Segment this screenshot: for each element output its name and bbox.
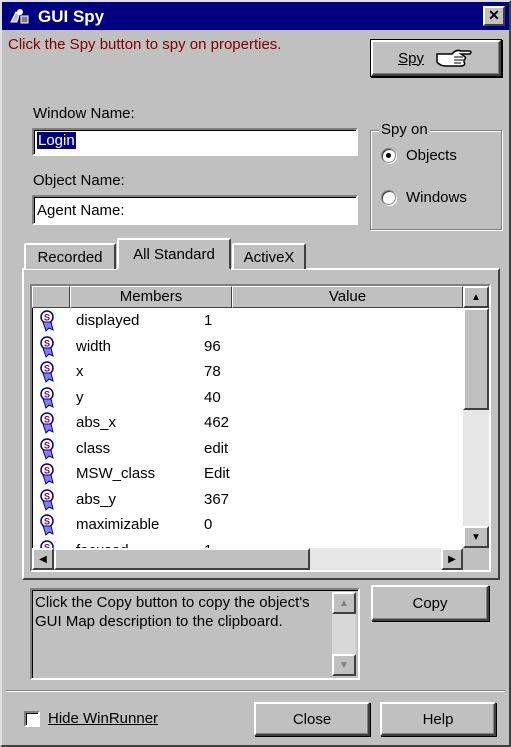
- member-value: edit: [204, 439, 229, 457]
- table-row[interactable]: Sclass edit: [32, 436, 462, 461]
- radio-windows-button[interactable]: [381, 190, 396, 205]
- standard-property-icon: S: [40, 361, 54, 383]
- svg-text:S: S: [44, 491, 50, 501]
- member-value: 78: [204, 363, 221, 380]
- radio-objects[interactable]: Objects: [381, 147, 457, 164]
- standard-property-icon: S: [40, 437, 54, 460]
- table-row[interactable]: Sabs_y 367: [32, 487, 462, 512]
- title-bar[interactable]: GUI Spy ✕: [2, 2, 509, 30]
- horizontal-scroll-thumb[interactable]: [54, 548, 310, 570]
- member-value: 462: [204, 414, 230, 431]
- vertical-scrollbar[interactable]: ▲ ▼: [463, 286, 489, 548]
- object-name-field[interactable]: Agent Name:: [32, 195, 358, 225]
- standard-property-icon: S: [40, 514, 54, 536]
- svg-text:S: S: [44, 338, 50, 348]
- spy-app-icon: [8, 6, 30, 26]
- member-name: maximizable: [76, 516, 160, 533]
- member-value: 1: [204, 312, 213, 329]
- members-list[interactable]: Members Value Sdisplayed 1 Swidth 96 Sx 78 Sy 4…: [30, 284, 491, 572]
- svg-text:S: S: [44, 466, 50, 476]
- table-row[interactable]: S MSW_class Edit: [32, 461, 462, 486]
- spy-on-group: Spy on Objects Windows: [370, 121, 502, 230]
- help-button[interactable]: Help: [380, 702, 496, 736]
- spy-on-title: Spy on: [379, 121, 430, 138]
- radio-objects-label: Objects: [406, 147, 457, 164]
- standard-property-icon: S: [40, 412, 54, 434]
- spy-button-label: Spy: [398, 49, 424, 67]
- radio-windows[interactable]: Windows: [381, 189, 467, 206]
- member-name: displayed: [76, 312, 140, 329]
- svg-text:S: S: [44, 415, 50, 425]
- table-row[interactable]: Sabs_x 462: [32, 410, 462, 435]
- scroll-corner: [463, 548, 489, 570]
- member-name: abs_x: [76, 414, 117, 431]
- close-button[interactable]: Close: [254, 702, 370, 736]
- table-row[interactable]: Sy 40: [32, 385, 462, 410]
- copy-button[interactable]: Copy: [371, 585, 489, 621]
- svg-text:S: S: [44, 313, 50, 323]
- table-row[interactable]: Sx 78: [32, 359, 462, 384]
- pointing-hand-icon: [436, 49, 472, 67]
- hide-winrunner-option[interactable]: Hide WinRunner: [24, 710, 158, 727]
- tab-activex[interactable]: ActiveX: [232, 243, 306, 269]
- close-window-button[interactable]: ✕: [483, 6, 505, 26]
- member-value: 0: [204, 516, 213, 533]
- description-scroll-down[interactable]: ▼: [332, 654, 356, 676]
- tab-activex-label: ActiveX: [243, 248, 295, 266]
- member-value: 40: [204, 388, 221, 406]
- standard-property-icon: S: [40, 335, 54, 358]
- tab-all-standard[interactable]: All Standard: [117, 238, 231, 270]
- description-box: Click the Copy button to copy the object…: [30, 588, 360, 680]
- description-scroll-up[interactable]: ▲: [332, 592, 356, 614]
- standard-property-icon: S: [40, 463, 54, 485]
- object-name-value: Agent Name:: [37, 202, 125, 219]
- standard-property-icon: S: [40, 386, 54, 409]
- svg-text:S: S: [44, 440, 50, 450]
- radio-objects-button[interactable]: [381, 148, 396, 163]
- header-value[interactable]: Value: [232, 286, 463, 308]
- scroll-down-button[interactable]: ▼: [463, 526, 489, 548]
- member-name: y: [76, 388, 84, 406]
- standard-property-icon: S: [40, 488, 54, 511]
- horizontal-scrollbar[interactable]: ◀ ▶: [32, 548, 463, 570]
- description-scrollbar[interactable]: ▲ ▼: [332, 592, 356, 676]
- window-title: GUI Spy: [38, 7, 105, 26]
- spy-button[interactable]: Spy: [371, 40, 501, 76]
- tab-all-standard-label: All Standard: [133, 245, 215, 263]
- member-value: 367: [204, 490, 230, 508]
- scroll-left-button[interactable]: ◀: [32, 548, 54, 570]
- window-name-label: Window Name:: [33, 105, 135, 122]
- description-text: Click the Copy button to copy the object…: [35, 594, 310, 630]
- scroll-right-button[interactable]: ▶: [441, 548, 463, 570]
- member-name: class: [76, 439, 111, 457]
- table-row[interactable]: Sdisplayed 1: [32, 308, 462, 333]
- member-value: 96: [204, 337, 221, 355]
- standard-property-icon: S: [40, 310, 54, 332]
- table-row[interactable]: Swidth 96: [32, 334, 462, 359]
- window-name-value: Login: [37, 132, 76, 149]
- object-name-label: Object Name:: [33, 172, 125, 189]
- separator: [6, 690, 505, 692]
- instruction-text: Click the Spy button to spy on propertie…: [8, 36, 282, 53]
- svg-text:S: S: [44, 517, 50, 527]
- svg-text:S: S: [44, 364, 50, 374]
- table-row[interactable]: Smaximizable 0: [32, 512, 462, 537]
- tab-recorded[interactable]: Recorded: [24, 243, 116, 269]
- hide-winrunner-label: Hide WinRunner: [48, 710, 159, 727]
- vertical-scroll-thumb[interactable]: [463, 308, 489, 410]
- member-name: abs_y: [76, 490, 117, 508]
- svg-text:S: S: [44, 389, 50, 399]
- header-members[interactable]: Members: [70, 286, 232, 308]
- header-icon-column: [32, 286, 70, 308]
- window-name-field[interactable]: Login: [32, 128, 358, 156]
- hide-winrunner-checkbox[interactable]: [24, 710, 40, 727]
- member-name: MSW_class: [76, 465, 156, 482]
- radio-windows-label: Windows: [406, 189, 467, 206]
- tab-recorded-label: Recorded: [37, 248, 103, 266]
- member-value: Edit: [204, 465, 230, 482]
- member-name: x: [76, 363, 84, 380]
- member-name: width: [76, 337, 112, 355]
- scroll-up-button[interactable]: ▲: [463, 286, 489, 308]
